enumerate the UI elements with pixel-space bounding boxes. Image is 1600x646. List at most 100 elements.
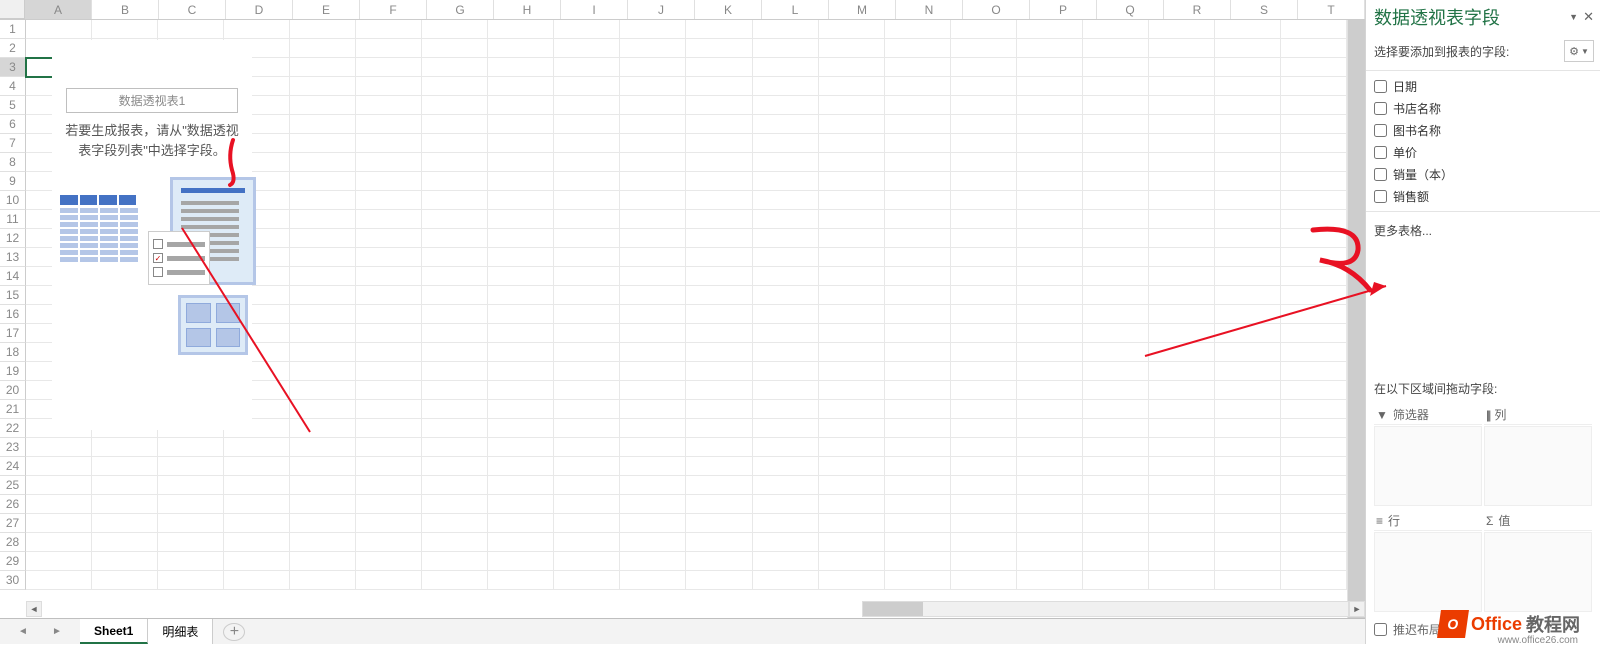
field-label: 书店名称 (1393, 100, 1441, 117)
watermark-brand1: Office (1471, 614, 1522, 635)
sheet-tab-明细表[interactable]: 明细表 (148, 619, 213, 644)
field-item-0[interactable]: 日期 (1374, 77, 1596, 95)
pivot-table-placeholder[interactable]: 数据透视表1 若要生成报表，请从"数据透视表字段列表"中选择字段。 (52, 40, 252, 430)
panel-dropdown-icon[interactable]: ▼ (1569, 12, 1578, 22)
field-checkbox-3[interactable] (1374, 146, 1387, 159)
area-rows[interactable]: ≡行 (1374, 511, 1482, 615)
column-header-N[interactable]: N (896, 0, 963, 19)
tab-nav-buttons[interactable]: ◄ ► (0, 626, 80, 637)
field-checkbox-1[interactable] (1374, 102, 1387, 115)
column-header-M[interactable]: M (829, 0, 896, 19)
chevron-down-icon: ▼ (1581, 47, 1589, 56)
column-header-O[interactable]: O (963, 0, 1030, 19)
column-header-J[interactable]: J (628, 0, 695, 19)
field-checkbox-2[interactable] (1374, 124, 1387, 137)
row-header-3[interactable]: 3 (0, 58, 26, 77)
column-header-Q[interactable]: Q (1097, 0, 1164, 19)
area-filters[interactable]: ▼ 筛选器 (1374, 405, 1482, 509)
field-item-1[interactable]: 书店名称 (1374, 99, 1596, 117)
sheet-tab-Sheet1[interactable]: Sheet1 (80, 619, 148, 644)
area-columns[interactable]: |||列 (1484, 405, 1592, 509)
row-header-11[interactable]: 11 (0, 210, 26, 229)
row-header-16[interactable]: 16 (0, 305, 26, 324)
panel-subtitle: 选择要添加到报表的字段: (1374, 43, 1509, 60)
row-header-15[interactable]: 15 (0, 286, 26, 305)
column-header-P[interactable]: P (1030, 0, 1097, 19)
row-header-6[interactable]: 6 (0, 115, 26, 134)
field-item-2[interactable]: 图书名称 (1374, 121, 1596, 139)
row-header-29[interactable]: 29 (0, 552, 26, 571)
row-header-2[interactable]: 2 (0, 39, 26, 58)
column-header-T[interactable]: T (1298, 0, 1365, 19)
vertical-scrollbar[interactable] (1347, 20, 1365, 618)
row-header-19[interactable]: 19 (0, 362, 26, 381)
row-headers: 1234567891011121314151617181920212223242… (0, 20, 26, 618)
defer-checkbox[interactable] (1374, 623, 1387, 636)
row-header-12[interactable]: 12 (0, 229, 26, 248)
row-header-17[interactable]: 17 (0, 324, 26, 343)
field-item-5[interactable]: 销售额 (1374, 187, 1596, 205)
row-header-18[interactable]: 18 (0, 343, 26, 362)
column-header-H[interactable]: H (494, 0, 561, 19)
column-header-E[interactable]: E (293, 0, 360, 19)
select-all-corner[interactable] (0, 0, 25, 19)
mini-grid-graphic (178, 295, 248, 355)
row-header-1[interactable]: 1 (0, 20, 26, 39)
columns-icon: ||| (1486, 408, 1489, 422)
row-header-21[interactable]: 21 (0, 400, 26, 419)
field-checkbox-0[interactable] (1374, 80, 1387, 93)
row-header-24[interactable]: 24 (0, 457, 26, 476)
field-label: 日期 (1393, 78, 1417, 95)
row-header-9[interactable]: 9 (0, 172, 26, 191)
row-header-8[interactable]: 8 (0, 153, 26, 172)
row-header-5[interactable]: 5 (0, 96, 26, 115)
column-header-D[interactable]: D (226, 0, 293, 19)
office-logo-icon: O (1437, 610, 1469, 638)
cells-area[interactable]: 数据透视表1 若要生成报表，请从"数据透视表字段列表"中选择字段。 (26, 20, 1347, 618)
pivot-placeholder-hint: 若要生成报表，请从"数据透视表字段列表"中选择字段。 (58, 121, 246, 177)
filter-icon: ▼ (1376, 408, 1388, 422)
column-header-K[interactable]: K (695, 0, 762, 19)
add-sheet-button[interactable]: + (223, 623, 245, 641)
column-header-C[interactable]: C (159, 0, 226, 19)
tab-nav-prev-icon[interactable]: ◄ (18, 626, 28, 637)
area-values-label: 值 (1498, 512, 1510, 529)
field-item-4[interactable]: 销量（本） (1374, 165, 1596, 183)
panel-close-icon[interactable]: ✕ (1583, 9, 1594, 25)
column-header-I[interactable]: I (561, 0, 628, 19)
column-header-F[interactable]: F (360, 0, 427, 19)
area-values[interactable]: Σ值 (1484, 511, 1592, 615)
row-header-7[interactable]: 7 (0, 134, 26, 153)
row-header-28[interactable]: 28 (0, 533, 26, 552)
row-header-25[interactable]: 25 (0, 476, 26, 495)
row-header-22[interactable]: 22 (0, 419, 26, 438)
row-header-26[interactable]: 26 (0, 495, 26, 514)
column-header-S[interactable]: S (1231, 0, 1298, 19)
row-header-13[interactable]: 13 (0, 248, 26, 267)
app-container: ABCDEFGHIJKLMNOPQRST 1234567891011121314… (0, 0, 1600, 644)
pivot-illustration: ✓ (58, 177, 246, 357)
panel-settings-button[interactable]: ⚙ ▼ (1564, 40, 1594, 62)
column-header-B[interactable]: B (92, 0, 159, 19)
column-header-L[interactable]: L (762, 0, 829, 19)
row-header-20[interactable]: 20 (0, 381, 26, 400)
column-headers-row: ABCDEFGHIJKLMNOPQRST (0, 0, 1365, 20)
area-filters-label: 筛选器 (1393, 406, 1429, 423)
row-header-30[interactable]: 30 (0, 571, 26, 590)
column-header-R[interactable]: R (1164, 0, 1231, 19)
tab-nav-next-icon[interactable]: ► (52, 626, 62, 637)
horizontal-scrollbar[interactable]: ◄ ► (26, 600, 1365, 618)
row-header-14[interactable]: 14 (0, 267, 26, 286)
field-item-3[interactable]: 单价 (1374, 143, 1596, 161)
pivot-placeholder-title: 数据透视表1 (66, 88, 238, 113)
more-tables-link[interactable]: 更多表格... (1366, 212, 1600, 249)
column-header-G[interactable]: G (427, 0, 494, 19)
row-header-4[interactable]: 4 (0, 77, 26, 96)
field-checkbox-5[interactable] (1374, 190, 1387, 203)
row-header-10[interactable]: 10 (0, 191, 26, 210)
field-checkbox-4[interactable] (1374, 168, 1387, 181)
row-header-27[interactable]: 27 (0, 514, 26, 533)
area-rows-label: 行 (1388, 512, 1400, 529)
column-header-A[interactable]: A (25, 0, 92, 19)
row-header-23[interactable]: 23 (0, 438, 26, 457)
